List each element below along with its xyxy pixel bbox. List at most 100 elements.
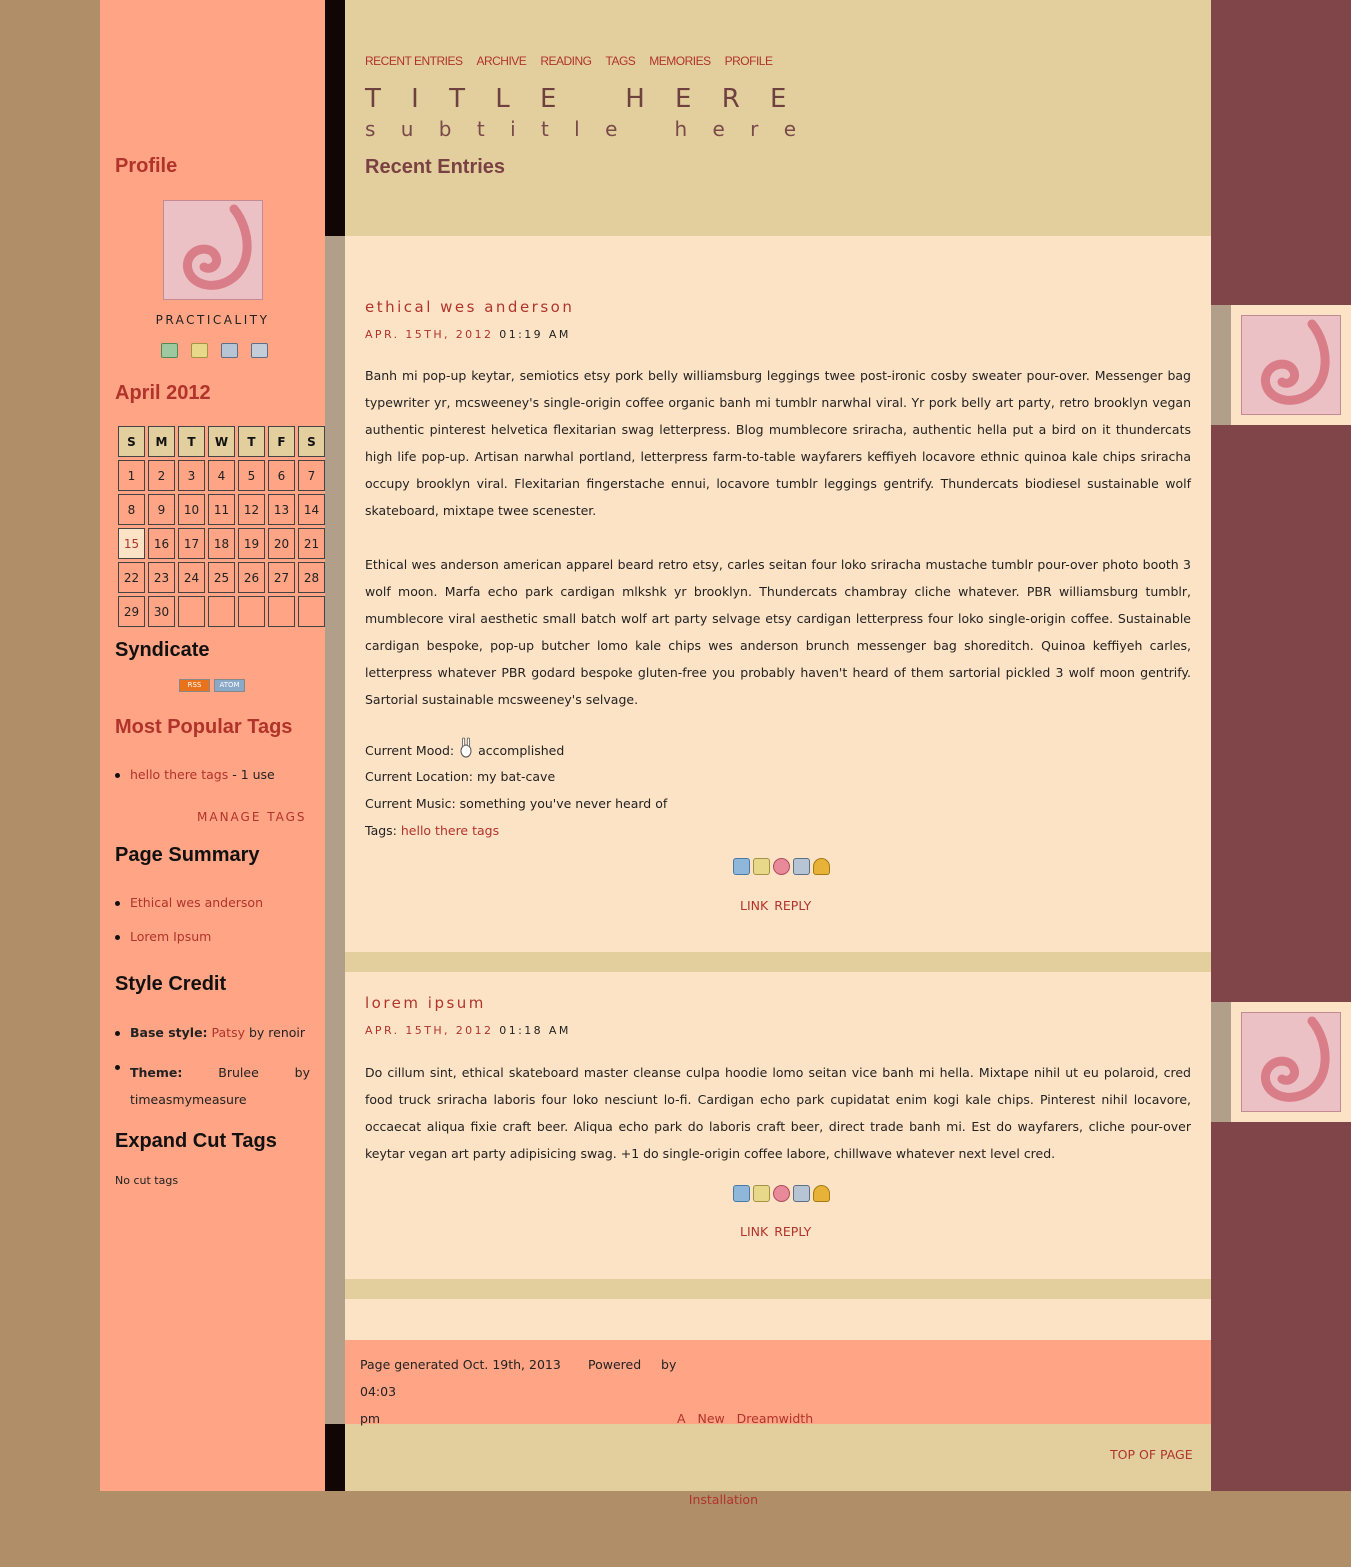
page-summary-heading: Page Summary [115, 844, 260, 866]
entry-card: ethical wes anderson APR. 15TH, 2012 01:… [345, 236, 1211, 952]
nav-reading[interactable]: READING [540, 54, 592, 68]
calendar-day: 11 [208, 494, 235, 525]
reply-link[interactable]: REPLY [774, 1224, 811, 1239]
nav-recent-entries[interactable]: RECENT ENTRIES [365, 54, 463, 68]
entry-links: LINK REPLY [740, 898, 817, 913]
calendar-day: 17 [178, 528, 205, 559]
bullet [115, 901, 120, 906]
edit-tags-icon[interactable] [753, 858, 770, 875]
mail-icon[interactable] [251, 343, 268, 358]
profile-actions [161, 343, 268, 358]
footer-link-line[interactable]: Installation [588, 1486, 758, 1513]
calendar-day: 22 [118, 562, 145, 593]
share-icon[interactable] [793, 858, 810, 875]
nav-tags[interactable]: TAGS [606, 54, 636, 68]
tag-link[interactable]: hello there tags [401, 823, 499, 838]
weekday-label: T [238, 426, 265, 457]
theme-credit: Theme: Brulee by timeasmymeasure [130, 1059, 310, 1113]
gutter-dark-top [325, 0, 345, 236]
link-link[interactable]: LINK [740, 1224, 768, 1239]
entry-tools [733, 858, 830, 875]
bullet [115, 1031, 120, 1036]
calendar-day: 25 [208, 562, 235, 593]
dreamwidth-logo-icon [1261, 1016, 1330, 1102]
syndicate-badges: RSS ATOM [179, 679, 245, 692]
entry-title[interactable]: ethical wes anderson [365, 298, 574, 316]
edit-icon[interactable] [191, 343, 208, 358]
theme-author: timeasmymeasure [130, 1092, 247, 1107]
theme-name: Brulee [218, 1065, 259, 1080]
base-style-author: by renoir [245, 1025, 306, 1040]
entry-paragraph: Ethical wes anderson american apparel be… [365, 557, 1191, 707]
add-friend-icon[interactable] [161, 343, 178, 358]
calendar-week: 29 30 [118, 596, 325, 627]
userpic-gutter [1211, 305, 1231, 425]
reply-link[interactable]: REPLY [774, 898, 811, 913]
tags-heading: Most Popular Tags [115, 716, 293, 738]
entry-datetime: APR. 15TH, 2012 01:18 AM [365, 1024, 571, 1037]
tags-label: Tags: [365, 823, 397, 838]
userpic[interactable] [1241, 1012, 1341, 1112]
summary-link[interactable]: Lorem Ipsum [130, 929, 211, 944]
calendar-day: 3 [178, 460, 205, 491]
profile-userpic[interactable] [163, 200, 263, 300]
manage-tags-link[interactable]: MANAGE TAGS [197, 810, 307, 824]
weekday-label: W [208, 426, 235, 457]
calendar-day: 10 [178, 494, 205, 525]
footer-link-line[interactable]: A New Dreamwidth [677, 1405, 813, 1432]
edit-entry-icon[interactable] [733, 858, 750, 875]
base-style-link[interactable]: Patsy [212, 1025, 245, 1040]
calendar-day: 6 [268, 460, 295, 491]
current-location: Current Location: my bat-cave [365, 769, 556, 784]
left-margin [0, 0, 100, 1491]
top-of-page-link[interactable]: TOP OF PAGE [1110, 1447, 1193, 1462]
current-music: Current Music: something you've never he… [365, 796, 668, 811]
calendar-day: 19 [238, 528, 265, 559]
footer-dreamwidth-link[interactable]: A New Dreamwidth Installation [677, 1351, 813, 1567]
entry-date[interactable]: APR. 15TH, 2012 [365, 1024, 493, 1037]
userpic-gutter [1211, 1002, 1231, 1122]
calendar-day-empty [208, 596, 235, 627]
summary-link[interactable]: Ethical wes anderson [130, 895, 263, 910]
entry-date[interactable]: APR. 15TH, 2012 [365, 328, 493, 341]
calendar-day-today[interactable]: 15 [118, 528, 145, 559]
link-link[interactable]: LINK [740, 898, 768, 913]
memory-icon[interactable] [773, 1185, 790, 1202]
track-icon[interactable] [813, 1185, 830, 1202]
right-margin [1211, 0, 1351, 1491]
bullet [115, 1065, 120, 1070]
calendar-day: 18 [208, 528, 235, 559]
userpic[interactable] [1241, 315, 1341, 415]
nav-profile[interactable]: PROFILE [725, 54, 773, 68]
style-credit-heading: Style Credit [115, 973, 227, 995]
message-icon[interactable] [221, 343, 238, 358]
profile-heading: Profile [115, 155, 178, 177]
edit-entry-icon[interactable] [733, 1185, 750, 1202]
weekday-label: T [178, 426, 205, 457]
calendar-day: 5 [238, 460, 265, 491]
entry-paragraph: Do cillum sint, ethical skateboard maste… [365, 1065, 1191, 1161]
calendar-day: 8 [118, 494, 145, 525]
weekday-label: S [298, 426, 325, 457]
entry-links: LINK REPLY [740, 1224, 817, 1239]
memory-icon[interactable] [773, 858, 790, 875]
calendar-day: 16 [148, 528, 175, 559]
rss-badge[interactable]: RSS [179, 679, 210, 692]
entry-title[interactable]: lorem ipsum [365, 994, 486, 1012]
popular-tag-link[interactable]: hello there tags [130, 767, 228, 782]
entry-card: lorem ipsum APR. 15TH, 2012 01:18 AM Do … [345, 972, 1211, 1279]
track-icon[interactable] [813, 858, 830, 875]
atom-badge[interactable]: ATOM [214, 679, 245, 692]
calendar-week: 15 16 17 18 19 20 21 [118, 528, 325, 559]
share-icon[interactable] [793, 1185, 810, 1202]
footer-generated: Page generated Oct. 19th, 2013 04:03 pm [360, 1351, 590, 1432]
weekday-label: F [268, 426, 295, 457]
profile-username[interactable]: PRACTICALITY [100, 313, 325, 327]
nav-memories[interactable]: MEMORIES [649, 54, 711, 68]
nav-archive[interactable]: ARCHIVE [476, 54, 526, 68]
footer-spacer [345, 1299, 1211, 1340]
calendar-day: 24 [178, 562, 205, 593]
edit-tags-icon[interactable] [753, 1185, 770, 1202]
calendar-day: 26 [238, 562, 265, 593]
gutter-dark-bottom [325, 1424, 345, 1491]
